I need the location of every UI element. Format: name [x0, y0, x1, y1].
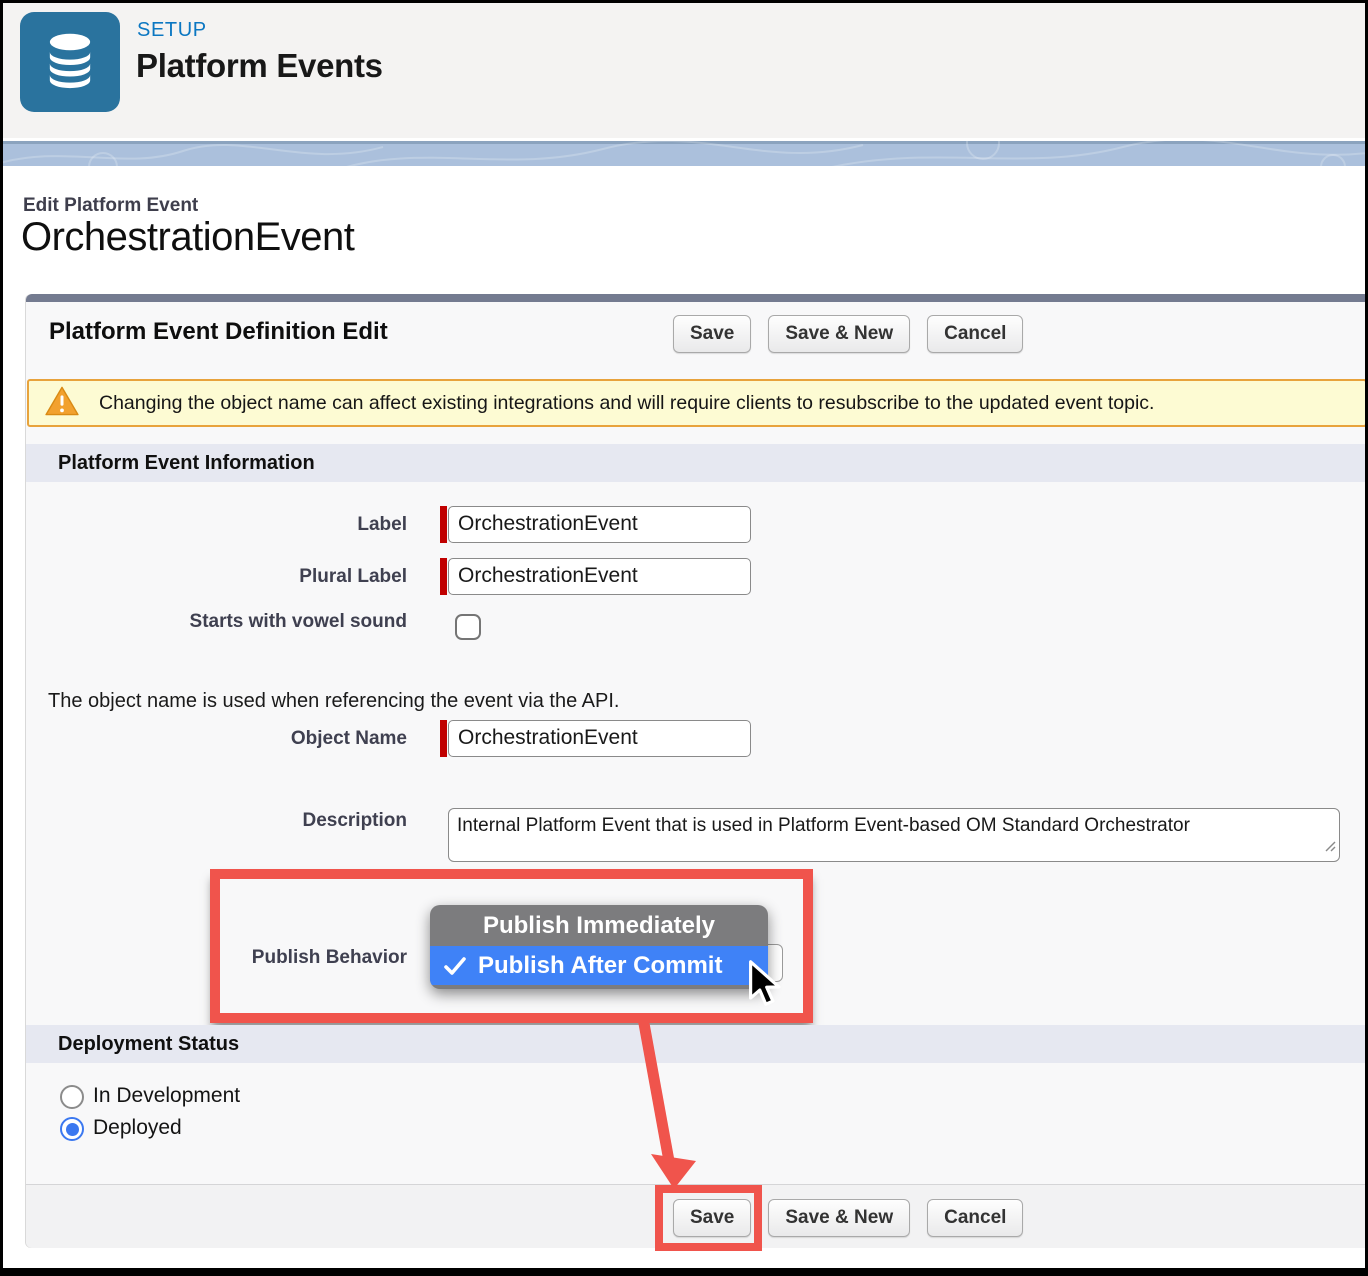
description-text: Internal Platform Event that is used in …: [457, 815, 1190, 836]
resize-handle-icon[interactable]: [1323, 835, 1336, 858]
mouse-cursor-icon: [743, 960, 783, 1011]
warning-banner: Changing the object name can affect exis…: [27, 379, 1367, 427]
dropdown-option-publish-immediately[interactable]: Publish Immediately: [430, 905, 768, 946]
setup-label: SETUP: [137, 19, 207, 42]
top-toolbar: Save Save & New Cancel: [673, 315, 1023, 353]
decorative-banner: [3, 141, 1365, 166]
label-input[interactable]: OrchestrationEvent: [448, 506, 751, 543]
radio-in-development-label: In Development: [93, 1084, 240, 1108]
cancel-button[interactable]: Cancel: [927, 315, 1023, 353]
panel-top-bar: [26, 294, 1368, 302]
breadcrumb: Edit Platform Event: [23, 195, 198, 217]
section-title: Platform Event Information: [58, 452, 315, 475]
annotation-box-save: [655, 1185, 762, 1251]
label-field-label: Label: [25, 514, 407, 536]
panel-title: Platform Event Definition Edit: [49, 318, 388, 346]
save-button[interactable]: Save: [673, 315, 751, 353]
radio-deployed-label: Deployed: [93, 1116, 182, 1140]
page-title: OrchestrationEvent: [21, 215, 354, 260]
screenshot-frame: SETUP Platform Events Edit Platform Even…: [0, 0, 1368, 1276]
required-indicator: [440, 720, 447, 757]
app-title: Platform Events: [136, 47, 383, 85]
banner-pattern-icon: [3, 141, 1365, 166]
dropdown-option-publish-after-commit[interactable]: Publish After Commit: [430, 946, 768, 985]
section-platform-event-information: Platform Event Information: [26, 444, 1368, 482]
save-and-new-button-bottom[interactable]: Save & New: [768, 1199, 910, 1237]
cancel-button-bottom[interactable]: Cancel: [927, 1199, 1023, 1237]
dropdown-option-label: Publish After Commit: [478, 952, 722, 980]
save-and-new-button[interactable]: Save & New: [768, 315, 910, 353]
description-textarea[interactable]: Internal Platform Event that is used in …: [448, 808, 1340, 862]
section-title: Deployment Status: [58, 1033, 239, 1056]
radio-dot: [66, 1123, 79, 1136]
starts-with-vowel-checkbox[interactable]: [455, 614, 481, 640]
warning-text: Changing the object name can affect exis…: [99, 392, 1154, 415]
required-indicator: [440, 558, 447, 595]
section-deployment-status: Deployment Status: [26, 1025, 1368, 1063]
warning-icon: [45, 386, 79, 421]
object-name-note: The object name is used when referencing…: [48, 690, 619, 713]
plural-label-input[interactable]: OrchestrationEvent: [448, 558, 751, 595]
database-icon: [34, 22, 106, 103]
description-field-label: Description: [25, 810, 407, 832]
radio-deployed[interactable]: [60, 1117, 84, 1141]
check-icon: [443, 955, 467, 977]
radio-in-development[interactable]: [60, 1085, 84, 1109]
object-name-input[interactable]: OrchestrationEvent: [448, 720, 751, 757]
vowel-field-label: Starts with vowel sound: [25, 611, 407, 633]
object-name-field-label: Object Name: [25, 728, 407, 750]
setup-header: SETUP Platform Events: [3, 3, 1365, 138]
publish-behavior-field-label: Publish Behavior: [25, 947, 407, 969]
platform-events-app-icon: [20, 12, 120, 112]
plural-label-field-label: Plural Label: [25, 566, 407, 588]
publish-behavior-dropdown-menu: Publish Immediately Publish After Commit: [430, 905, 768, 989]
required-indicator: [440, 506, 447, 543]
